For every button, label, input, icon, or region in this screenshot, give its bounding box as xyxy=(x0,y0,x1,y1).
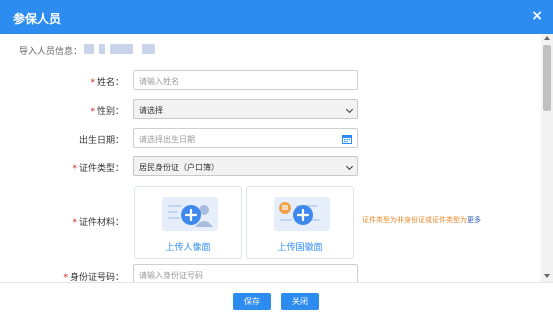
id-number-input[interactable]: 请输入身份证号码 xyxy=(133,264,358,282)
required-mark: * xyxy=(72,164,77,174)
close-icon[interactable]: × xyxy=(531,8,543,24)
id-material-label-text: 证件材料： xyxy=(78,218,124,228)
id-type-select-value: 居民身份证（户口簿） xyxy=(139,163,219,172)
dialog-content: 导入人员信息： * 姓名： 请输入姓名 * 性别： 请选择 出生日期： 请选择出生日… xyxy=(0,34,541,282)
scroll-up-icon[interactable] xyxy=(544,36,550,40)
scrollbar-thumb[interactable] xyxy=(543,45,551,111)
required-mark: * xyxy=(90,107,95,117)
dialog-titlebar: 参保人员 × xyxy=(0,0,553,34)
id-number-label-text: 身份证号码： xyxy=(69,273,124,282)
chevron-down-icon xyxy=(345,162,354,171)
birth-date-input[interactable]: 请选择出生日期 xyxy=(133,128,358,148)
id-material-note-text: 证件类型为非身份证或证件类型为 xyxy=(362,216,467,224)
required-mark: * xyxy=(63,273,68,282)
masked-value xyxy=(99,44,105,54)
vertical-scrollbar[interactable] xyxy=(541,34,553,282)
gender-select[interactable]: 请选择 xyxy=(133,99,358,119)
insured-person-dialog: 参保人员 × 导入人员信息： * 姓名： 请输入姓名 * 性别： 请选择 出生日期：… xyxy=(0,0,553,320)
id-material-label: * 证件材料： xyxy=(58,215,124,228)
calendar-icon[interactable] xyxy=(342,134,352,144)
save-button[interactable]: 保存 xyxy=(233,293,271,310)
close-button[interactable]: 关闭 xyxy=(281,293,319,310)
id-number-label: * 身份证号码： xyxy=(58,270,124,282)
upload-front-button[interactable]: 上传人像面 xyxy=(134,186,242,259)
birth-date-label-text: 出生日期： xyxy=(78,136,124,146)
gender-select-value: 请选择 xyxy=(139,106,163,115)
name-label: * 姓名： xyxy=(58,75,124,88)
upload-back-button[interactable]: 上传国徽面 xyxy=(246,186,354,259)
upload-back-label: 上传国徽面 xyxy=(277,243,323,253)
id-type-select[interactable]: 居民身份证（户口簿） xyxy=(133,156,358,176)
import-info-label: 导入人员信息： xyxy=(19,47,83,57)
name-input[interactable]: 请输入姓名 xyxy=(133,70,358,90)
chevron-down-icon xyxy=(345,105,354,114)
birth-date-placeholder: 请选择出生日期 xyxy=(139,135,195,144)
name-label-text: 姓名： xyxy=(96,78,124,88)
dialog-footer: 保存 关闭 xyxy=(0,282,553,320)
required-mark: * xyxy=(72,218,77,228)
gender-label: * 性别： xyxy=(58,104,124,117)
masked-value xyxy=(110,44,133,54)
id-card-emblem-icon xyxy=(274,197,330,231)
id-type-label: * 证件类型： xyxy=(58,161,124,174)
id-material-note: 证件类型为非身份证或证件类型为更多 xyxy=(362,215,481,225)
upload-front-label: 上传人像面 xyxy=(165,243,211,253)
more-link[interactable]: 更多 xyxy=(467,216,481,224)
scroll-down-icon[interactable] xyxy=(544,274,550,278)
masked-value xyxy=(142,44,155,54)
required-mark: * xyxy=(90,78,95,88)
dialog-title: 参保人员 xyxy=(13,12,62,26)
birth-date-label: 出生日期： xyxy=(58,133,124,146)
name-input-placeholder: 请输入姓名 xyxy=(139,77,179,86)
gender-label-text: 性别： xyxy=(96,107,124,117)
id-number-placeholder: 请输入身份证号码 xyxy=(139,271,203,280)
id-card-front-icon xyxy=(162,197,218,231)
id-type-label-text: 证件类型： xyxy=(78,164,124,174)
masked-value xyxy=(84,44,94,54)
